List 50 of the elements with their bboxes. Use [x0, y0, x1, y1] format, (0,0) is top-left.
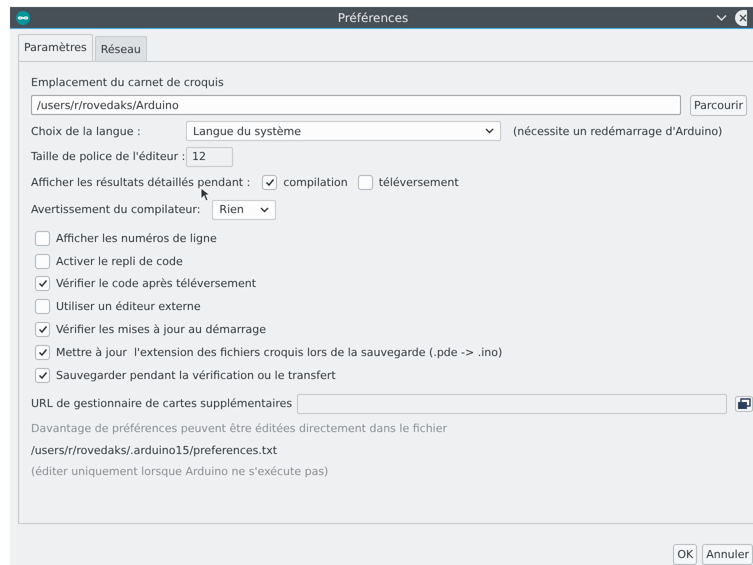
checkmark-icon [38, 325, 48, 334]
checkbox[interactable] [35, 322, 50, 338]
tab[interactable]: Paramètres [18, 34, 93, 61]
checkbox-label: Activer le repli de code [56, 254, 183, 268]
checkbox-label: Sauvegarder pendant la vérification ou le transfert [56, 368, 336, 382]
checkmark-icon [264, 178, 275, 187]
field-label: Taille de police de l'éditeur : [31, 150, 186, 163]
checkmark-icon [38, 279, 48, 288]
tab[interactable]: Réseau [94, 36, 147, 61]
app-logo-icon [16, 10, 30, 24]
browse-button[interactable]: Parcourir [690, 94, 748, 116]
language-dropdown[interactable]: Langue du système [186, 121, 501, 141]
window-stack-icon[interactable] [735, 396, 753, 412]
checkbox-label: Mettre à jour l'extension des fichiers croquis lors de la sauvegarde (.pde -> .ino) [56, 346, 502, 359]
field-label: Avertissement du compilateur: [31, 203, 200, 216]
board-urls-field[interactable] [296, 394, 728, 414]
field-label: URL de gestionnaire de cartes supplémentaires [31, 397, 294, 410]
checkbox[interactable] [35, 276, 50, 292]
checkbox-label: Utiliser un éditeur externe [56, 300, 201, 314]
field-label: Emplacement du carnet de croquis [31, 76, 224, 88]
checkbox[interactable] [35, 344, 50, 360]
field-label: Choix de la langue : [31, 124, 142, 138]
chevron-down-icon[interactable] [716, 14, 727, 22]
checkbox[interactable] [35, 368, 50, 383]
language-note: (nécessite un redémarrage d'Arduino) [513, 124, 722, 138]
checkbox-label: Vérifier le code après téléversement [56, 277, 256, 290]
sketchbook-path-field[interactable]: /users/r/rovedaks/Arduino [31, 95, 681, 115]
dialog-button[interactable]: Annuler [702, 544, 753, 564]
checkbox[interactable] [35, 299, 50, 314]
info-text: Davantage de préférences peuvent être éditées directement dans le fichier [31, 422, 448, 436]
info-note: (éditer uniquement lorsque Arduino ne s'exécute pas) [31, 465, 328, 478]
dialog-button[interactable]: OK [673, 544, 698, 564]
checkbox-label: Afficher les numéros de ligne [56, 232, 217, 245]
checkbox[interactable] [35, 254, 50, 269]
font-size-field[interactable]: 12 [186, 146, 233, 166]
checkbox[interactable] [35, 230, 50, 246]
window-title: Préférences [336, 10, 410, 24]
chevron-down-icon [260, 206, 270, 212]
checkbox-label: Vérifier les mises à jour au démarrage [56, 323, 266, 336]
checkbox[interactable] [358, 175, 373, 190]
checkmark-icon [38, 370, 48, 380]
preferences-file-path: /users/r/rovedaks/.arduino15/preferences.txt [31, 444, 278, 458]
checkmark-icon [38, 348, 48, 357]
checkbox-label: téléversement [378, 176, 459, 189]
field-label: Afficher les résultats détaillés pendant : [31, 176, 250, 189]
checkbox-label: compilation [283, 176, 348, 189]
mouse-cursor-icon [200, 186, 210, 202]
checkbox[interactable] [262, 175, 278, 190]
chevron-down-icon [485, 128, 494, 134]
close-icon[interactable] [735, 10, 747, 26]
